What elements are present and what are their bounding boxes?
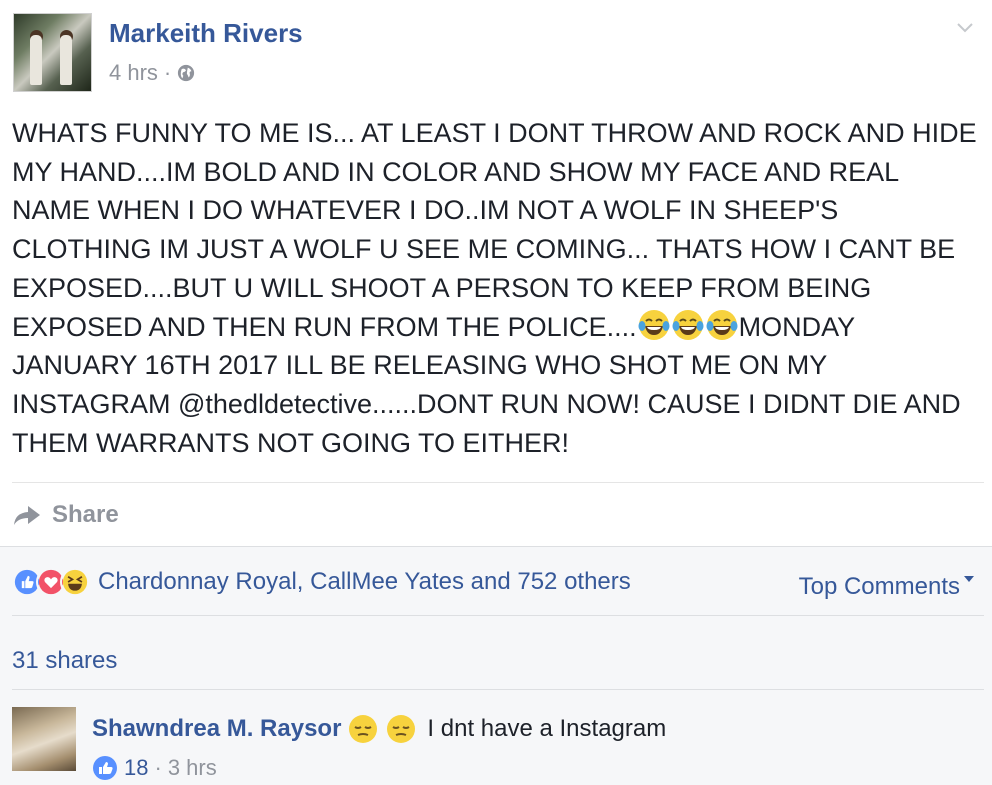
commenter-name[interactable]: Shawndrea M. Raysor [92,715,341,743]
share-button[interactable]: Share [12,500,119,530]
globe-icon[interactable] [177,64,195,82]
post-meta: 4 hrs · [109,60,195,86]
commenter-avatar[interactable] [12,707,76,771]
post-header: Markeith Rivers 4 hrs · [0,0,992,100]
comment-text: I dnt have a Instagram [427,715,667,742]
share-label: Share [52,501,119,528]
shares-count[interactable]: 31 shares [12,647,117,675]
feedback-section: Chardonnay Royal, CallMee Yates and 752 … [0,546,992,785]
top-comments-label: Top Comments [798,573,960,600]
post-text-part1: WHATS FUNNY TO ME IS... AT LEAST I DONT … [12,118,985,342]
like-badge-icon [93,756,117,780]
divider [12,482,984,483]
meta-separator: · [163,60,172,85]
reaction-names[interactable]: Chardonnay Royal, CallMee Yates and 752 … [98,568,631,596]
post-time[interactable]: 4 hrs [109,60,158,86]
pensive-emoji [387,715,416,743]
comment-like-count[interactable]: 18 [124,755,148,781]
laughing-tears-emoji [638,309,670,340]
share-icon [14,506,40,525]
reactions-row[interactable]: Chardonnay Royal, CallMee Yates and 752 … [12,567,631,597]
top-comments-dropdown[interactable]: Top Comments [799,573,974,601]
pensive-emoji [349,715,378,743]
comment-time[interactable]: 3 hrs [168,755,217,781]
laughing-tears-emoji [672,309,704,340]
post-text: WHATS FUNNY TO ME IS... AT LEAST I DONT … [12,114,982,462]
divider [12,615,984,616]
comment-body: Shawndrea M. Raysor I dnt have a Instagr… [92,713,666,745]
comment: Shawndrea M. Raysor I dnt have a Instagr… [12,707,982,785]
post-author-name[interactable]: Markeith Rivers [109,18,303,49]
chevron-down-icon[interactable] [954,16,976,38]
haha-reaction-icon [60,567,90,597]
comment-meta: 18 · 3 hrs [92,755,217,781]
avatar-figure [30,35,42,85]
laughing-tears-emoji [706,309,738,340]
divider [12,689,984,690]
caret-down-icon [964,576,974,582]
meta-separator: · [154,755,162,780]
avatar-figure [60,35,72,85]
author-avatar[interactable] [13,13,92,92]
